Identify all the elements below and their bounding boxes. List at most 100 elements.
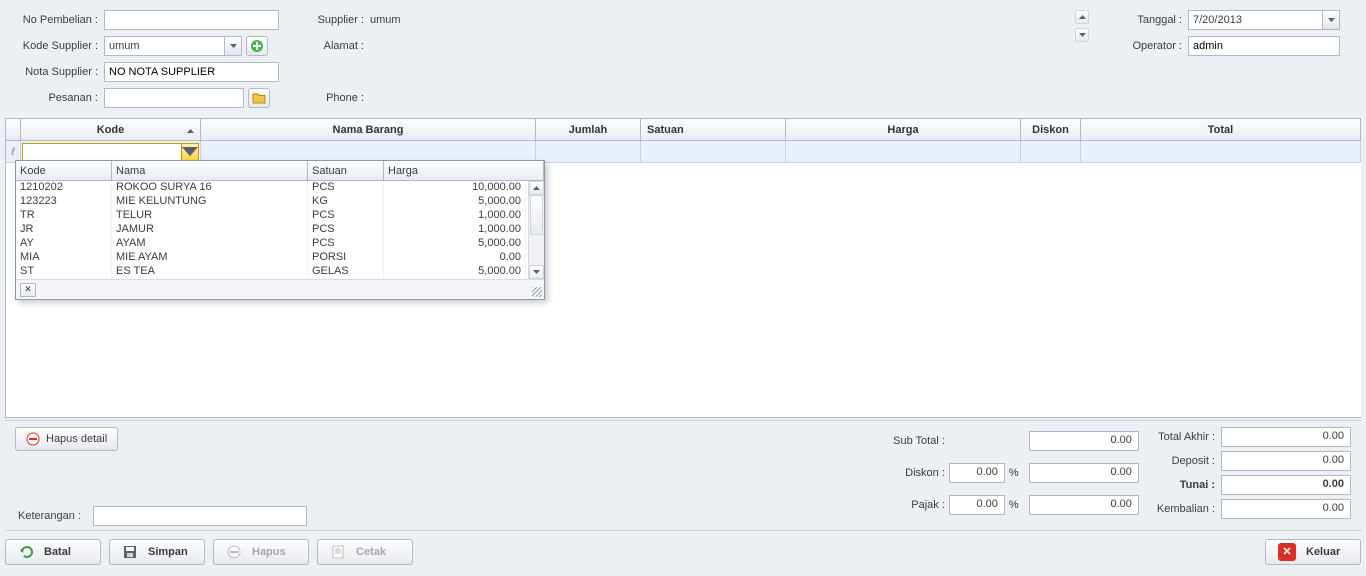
popup-cell-harga: 5,000.00 [384, 195, 526, 209]
nota-supplier-input[interactable] [104, 62, 279, 82]
batal-button[interactable]: Batal [5, 539, 101, 565]
filter-satuan[interactable] [641, 141, 786, 162]
pajak-label: Pajak : [893, 499, 945, 511]
filter-harga[interactable] [786, 141, 1021, 162]
grid-header-nama[interactable]: Nama Barang [201, 119, 536, 140]
grid-header-total[interactable]: Total [1081, 119, 1361, 140]
minus-circle-icon [226, 544, 242, 560]
popup-cell-kode: ST [16, 265, 112, 279]
popup-col-nama[interactable]: Nama [112, 161, 308, 180]
scroll-down-icon[interactable] [529, 265, 544, 279]
scrollbar-thumb[interactable] [530, 195, 543, 235]
popup-cell-satuan: KG [308, 195, 384, 209]
deposit-label: Deposit : [1157, 455, 1215, 467]
popup-close-button[interactable]: ✕ [20, 283, 36, 297]
keterangan-input[interactable] [93, 506, 307, 526]
popup-cell-nama: MIE KELUNTUNG [112, 195, 308, 209]
grid-header-row: Kode Nama Barang Jumlah Satuan Harga Dis… [6, 119, 1361, 141]
resize-grip-icon[interactable] [532, 287, 542, 297]
total-akhir-label: Total Akhir : [1157, 431, 1215, 443]
popup-cell-satuan: PCS [308, 237, 384, 251]
hapus-label: Hapus [252, 546, 286, 558]
keluar-button[interactable]: ✕ Keluar [1265, 539, 1361, 565]
sort-asc-icon [187, 124, 194, 136]
supplier-name-value: umum [370, 14, 401, 26]
grid-header-diskon[interactable]: Diskon [1021, 119, 1081, 140]
hapus-detail-button[interactable]: Hapus detail [15, 427, 118, 451]
kode-supplier-combo[interactable]: umum [104, 36, 242, 56]
chevron-down-icon[interactable] [1322, 11, 1339, 29]
filter-jumlah[interactable] [536, 141, 641, 162]
subtotal-value: 0.00 [1029, 431, 1139, 451]
popup-row[interactable]: 123223MIE KELUNTUNGKG5,000.00 [16, 195, 544, 209]
popup-scrollbar[interactable] [528, 181, 544, 279]
kode-lookup-combo[interactable] [22, 143, 199, 161]
popup-cell-satuan: GELAS [308, 265, 384, 279]
popup-row[interactable]: 1210202ROKOO SURYA 16PCS10,000.00 [16, 181, 544, 195]
popup-cell-nama: ES TEA [112, 265, 308, 279]
popup-cell-harga: 5,000.00 [384, 265, 526, 279]
hapus-button: Hapus [213, 539, 309, 565]
browse-pesanan-button[interactable] [248, 88, 270, 108]
popup-row[interactable]: AYAYAMPCS5,000.00 [16, 237, 544, 251]
add-supplier-button[interactable] [246, 36, 268, 56]
chevron-down-icon[interactable] [224, 37, 241, 55]
label-operator: Operator : [1126, 40, 1188, 52]
subtotal-label: Sub Total : [893, 435, 945, 447]
popup-cell-kode: JR [16, 223, 112, 237]
grid-header-kode[interactable]: Kode [21, 119, 201, 140]
kode-lookup-popup: Kode Nama Satuan Harga 1210202ROKOO SURY… [15, 160, 545, 300]
kembalian-label: Kembalian : [1157, 503, 1215, 515]
filter-nama[interactable] [201, 141, 536, 162]
pesanan-input [104, 88, 244, 108]
label-alamat: Alamat : [312, 40, 370, 52]
label-phone: Phone : [312, 92, 370, 104]
grid-header-satuan[interactable]: Satuan [641, 119, 786, 140]
grid-header-jumlah[interactable]: Jumlah [536, 119, 641, 140]
scroll-up-icon[interactable] [529, 181, 544, 195]
keterangan-row: Keterangan : [18, 506, 307, 526]
simpan-button[interactable]: Simpan [109, 539, 205, 565]
popup-row[interactable]: STES TEAGELAS5,000.00 [16, 265, 544, 279]
totals-right-column: Total Akhir : 0.00 Deposit : 0.00 Tunai … [1157, 427, 1351, 519]
close-icon: ✕ [1278, 543, 1296, 561]
scroll-up-button[interactable] [1075, 10, 1089, 24]
tanggal-picker[interactable]: 7/20/2013 [1188, 10, 1340, 30]
operator-input[interactable] [1188, 36, 1340, 56]
header-form: No Pembelian : Kode Supplier : umum Nota… [0, 0, 1366, 110]
grid-header-indicator [6, 119, 21, 140]
save-icon [122, 544, 138, 560]
popup-cell-nama: JAMUR [112, 223, 308, 237]
label-nota-supplier: Nota Supplier : [0, 66, 104, 78]
label-supplier: Supplier : [312, 14, 370, 26]
popup-cell-kode: AY [16, 237, 112, 251]
popup-row[interactable]: JRJAMURPCS1,000.00 [16, 223, 544, 237]
chevron-down-icon[interactable] [181, 144, 198, 160]
filter-diskon[interactable] [1021, 141, 1081, 162]
popup-row[interactable]: TRTELURPCS1,000.00 [16, 209, 544, 223]
filter-total[interactable] [1081, 141, 1361, 162]
popup-col-satuan[interactable]: Satuan [308, 161, 384, 180]
cetak-button: Cetak [317, 539, 413, 565]
popup-body: 1210202ROKOO SURYA 16PCS10,000.00123223M… [16, 181, 544, 279]
pajak-pct-input[interactable]: 0.00 [949, 495, 1005, 515]
keluar-label: Keluar [1306, 546, 1340, 558]
grid-header-harga[interactable]: Harga [786, 119, 1021, 140]
tunai-value[interactable]: 0.00 [1221, 475, 1351, 495]
popup-cell-kode: TR [16, 209, 112, 223]
popup-col-kode[interactable]: Kode [16, 161, 112, 180]
kode-filter-cell[interactable] [21, 141, 201, 162]
popup-row[interactable]: MIAMIE AYAMPORSI0.00 [16, 251, 544, 265]
hapus-detail-label: Hapus detail [46, 433, 107, 445]
kembalian-value: 0.00 [1221, 499, 1351, 519]
no-pembelian-input[interactable] [104, 10, 279, 30]
diskon-pct-input[interactable]: 0.00 [949, 463, 1005, 483]
popup-cell-harga: 1,000.00 [384, 223, 526, 237]
percent-sign: % [1009, 467, 1025, 479]
percent-sign: % [1009, 499, 1025, 511]
scroll-down-button[interactable] [1075, 28, 1089, 42]
popup-cell-harga: 10,000.00 [384, 181, 526, 195]
popup-col-harga[interactable]: Harga [384, 161, 544, 180]
popup-cell-harga: 5,000.00 [384, 237, 526, 251]
batal-label: Batal [44, 546, 71, 558]
